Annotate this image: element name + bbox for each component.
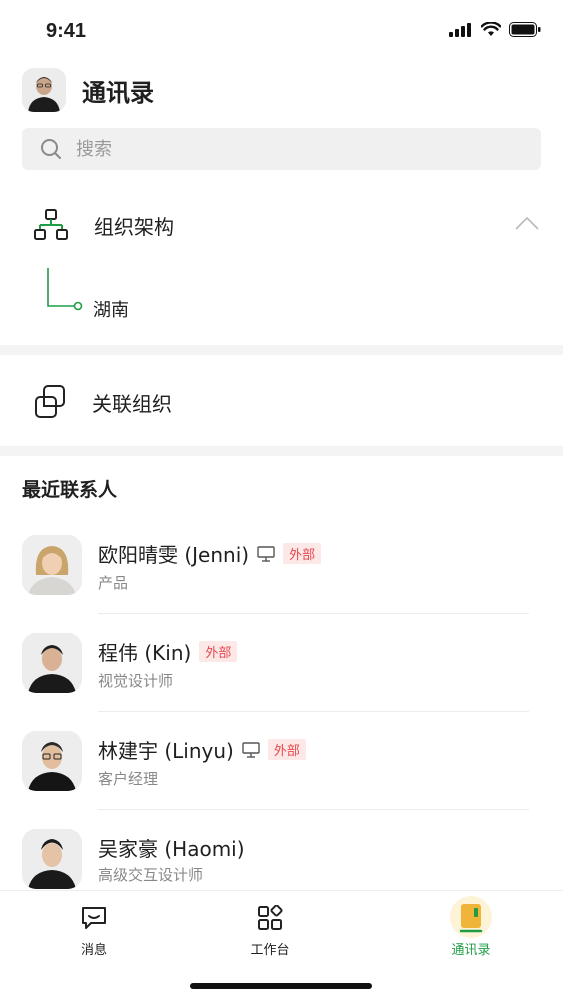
related-org-row[interactable]: 关联组织: [0, 374, 563, 430]
tree-connector-icon: [47, 268, 83, 311]
contact-name-line: 欧阳晴雯 (Jenni) 外部: [98, 539, 322, 568]
org-chart-icon: [34, 209, 68, 240]
search-bar[interactable]: [22, 128, 541, 170]
list-divider: [98, 809, 529, 810]
workbench-icon: [258, 904, 283, 930]
contacts-icon: [450, 896, 492, 938]
tab-label: 消息: [80, 943, 107, 958]
contact-item[interactable]: 欧阳晴雯 (Jenni) 外部 产品: [0, 518, 563, 616]
status-bar: 9:41: [0, 0, 563, 64]
message-icon: [82, 907, 106, 929]
wifi-icon: [481, 22, 501, 36]
status-time: 9:41: [46, 20, 87, 42]
linked-org-icon: [35, 385, 65, 418]
org-structure-row[interactable]: 组织架构: [0, 198, 563, 252]
signal-icon: [449, 22, 471, 37]
page-header: 通讯录: [22, 68, 154, 112]
contact-name: 欧阳晴雯 (Jenni): [98, 543, 250, 567]
list-divider: [98, 711, 529, 712]
external-badge: 外部: [199, 641, 238, 662]
contact-role: 高级交互设计师: [98, 866, 204, 884]
related-org-label: 关联组织: [92, 391, 172, 416]
external-badge: 外部: [283, 543, 322, 564]
page-title: 通讯录: [82, 78, 154, 107]
tab-messages[interactable]: 消息: [54, 905, 134, 958]
contact-name-line: 林建宇 (Linyu) 外部: [98, 735, 306, 764]
desktop-icon: [242, 741, 260, 758]
search-icon: [41, 139, 61, 159]
section-divider: [0, 446, 563, 456]
list-divider: [98, 613, 529, 614]
org-structure-label: 组织架构: [94, 214, 174, 239]
contact-name: 林建宇 (Linyu): [98, 739, 234, 763]
tab-workbench[interactable]: 工作台: [230, 904, 310, 958]
external-badge: 外部: [267, 739, 306, 760]
contact-avatar: [22, 633, 82, 693]
chevron-up-icon[interactable]: [515, 216, 539, 230]
home-indicator[interactable]: [190, 983, 372, 989]
tab-label: 通讯录: [451, 943, 491, 958]
desktop-icon: [257, 545, 275, 562]
contact-avatar: [22, 535, 82, 595]
contact-role: 产品: [98, 574, 129, 592]
org-child-hunan[interactable]: 湖南: [93, 296, 129, 322]
tab-contacts[interactable]: 通讯录: [431, 895, 511, 958]
contact-item[interactable]: 林建宇 (Linyu) 外部 客户经理: [0, 714, 563, 812]
contact-name: 程伟 (Kin): [98, 641, 192, 665]
contact-name-line: 程伟 (Kin) 外部: [98, 637, 238, 666]
section-divider: [0, 345, 563, 355]
tab-label: 工作台: [250, 943, 290, 958]
contact-role: 客户经理: [98, 770, 159, 788]
search-input[interactable]: [74, 137, 498, 161]
contact-name: 吴家豪 (Haomi): [98, 837, 245, 861]
contact-item[interactable]: 程伟 (Kin) 外部 视觉设计师: [0, 616, 563, 714]
user-avatar[interactable]: [22, 68, 66, 112]
battery-icon: [509, 22, 541, 37]
contact-avatar: [22, 731, 82, 791]
contact-avatar: [22, 829, 82, 889]
recent-contacts-title: 最近联系人: [22, 479, 118, 501]
contact-role: 视觉设计师: [98, 672, 174, 690]
status-icons: [449, 22, 541, 37]
contact-name-line: 吴家豪 (Haomi): [98, 833, 245, 862]
